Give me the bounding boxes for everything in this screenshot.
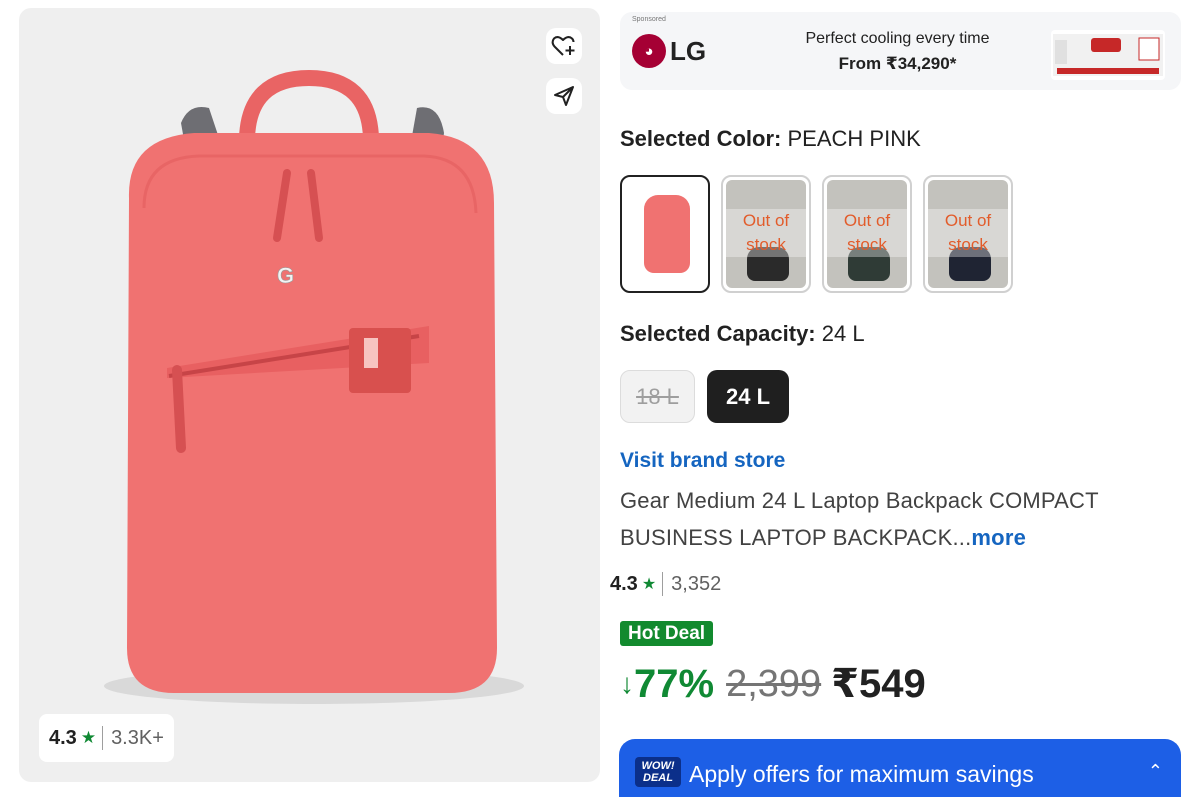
apply-offers-text: Apply offers for maximum savings	[689, 761, 1034, 787]
sponsored-label: Sponsored	[632, 16, 666, 23]
rating-value: 4.3	[610, 572, 638, 595]
visit-brand-store-link[interactable]: Visit brand store	[620, 449, 785, 473]
color-swatches: Out of stock Out of stock Out of stock	[620, 175, 1024, 293]
ad-tagline: Perfect cooling every time	[805, 30, 990, 47]
heart-plus-icon	[551, 36, 575, 56]
out-of-stock-label: Out of stock	[723, 209, 809, 257]
capacity-options: 18 L 24 L	[620, 370, 801, 423]
star-icon: ★	[80, 728, 97, 747]
selected-capacity-label: Selected Capacity:	[620, 321, 816, 346]
svg-text:G: G	[277, 263, 294, 288]
sponsored-ad-banner[interactable]: Sponsored ◕ LG Perfect cooling every tim…	[620, 12, 1181, 90]
selected-capacity-heading: Selected Capacity: 24 L	[620, 321, 865, 347]
color-swatch-out-of-stock[interactable]: Out of stock	[822, 175, 912, 293]
rating-divider	[662, 572, 664, 596]
out-of-stock-label: Out of stock	[824, 209, 910, 257]
hot-deal-badge: Hot Deal	[620, 621, 714, 646]
lg-logo-icon: ◕	[632, 34, 666, 68]
image-rating-value: 4.3	[49, 726, 77, 749]
swatch-image	[644, 195, 690, 273]
chevron-up-icon[interactable]: ⌃	[1148, 761, 1163, 782]
ad-price: From ₹34,290*	[838, 54, 957, 73]
wow-deal-badge: WOW! DEAL	[635, 757, 681, 787]
wishlist-button[interactable]	[546, 28, 582, 64]
final-price: ₹549	[831, 662, 926, 706]
share-icon	[554, 86, 574, 106]
brand-logo: ◕ LG	[632, 34, 706, 68]
star-icon: ★	[641, 576, 657, 593]
color-swatch-peach-pink[interactable]	[620, 175, 710, 293]
product-title-text: Gear Medium 24 L Laptop Backpack COMPACT…	[620, 488, 1099, 550]
selected-color-label: Selected Color:	[620, 126, 782, 151]
product-rating[interactable]: 4.3 ★ 3,352	[610, 572, 721, 596]
selected-color-value: PEACH PINK	[787, 126, 921, 151]
product-image-panel[interactable]: G 4.3 ★ 3.3K+	[19, 8, 600, 782]
color-swatch-out-of-stock[interactable]: Out of stock	[923, 175, 1013, 293]
color-swatch-out-of-stock[interactable]: Out of stock	[721, 175, 811, 293]
down-arrow-icon: ↓	[620, 668, 634, 699]
image-rating-count: 3.3K+	[111, 726, 164, 749]
share-button[interactable]	[546, 78, 582, 114]
title-more-link[interactable]: more	[971, 525, 1026, 550]
ad-product-image	[1051, 30, 1165, 80]
discount-percent: 77%	[634, 661, 715, 706]
capacity-option-18l[interactable]: 18 L	[620, 370, 695, 423]
selected-color-heading: Selected Color: PEACH PINK	[620, 126, 921, 152]
product-title: Gear Medium 24 L Laptop Backpack COMPACT…	[620, 482, 1190, 556]
selected-capacity-value: 24 L	[821, 321, 865, 346]
capacity-option-24l[interactable]: 24 L	[707, 370, 789, 423]
out-of-stock-label: Out of stock	[925, 209, 1011, 257]
rating-count: 3,352	[671, 572, 722, 595]
image-rating-badge[interactable]: 4.3 ★ 3.3K+	[39, 714, 174, 762]
original-price: 2,399	[726, 662, 822, 705]
ad-brand-name: LG	[670, 35, 707, 66]
rating-divider	[102, 726, 104, 750]
product-image: G	[104, 69, 524, 704]
apply-offers-panel[interactable]: WOW! DEAL Apply offers for maximum savin…	[619, 739, 1181, 797]
price-row: ↓ 77% 2,399 ₹549	[620, 660, 926, 708]
